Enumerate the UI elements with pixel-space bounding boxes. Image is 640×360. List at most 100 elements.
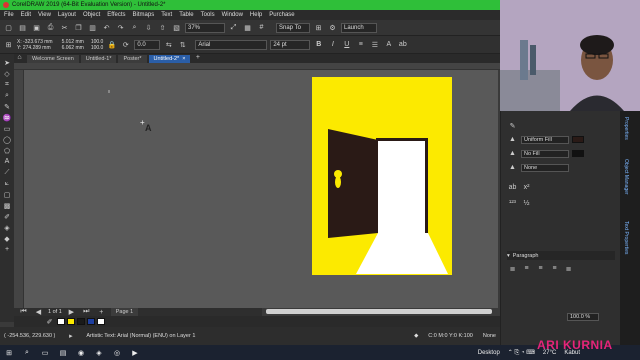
freehand-tool-icon[interactable]: ✎ [2, 102, 13, 111]
docker-tab-object-manager[interactable]: Object Manager [623, 159, 629, 195]
horizontal-scrollbar[interactable] [262, 308, 498, 315]
fill-icon[interactable]: ▲ [507, 134, 518, 145]
connector-tool-icon[interactable]: ⟀ [2, 179, 13, 188]
outline-pen-icon[interactable]: ✎ [507, 120, 518, 131]
save-icon[interactable]: ▣ [31, 22, 42, 33]
align-center-icon[interactable]: ≡ [535, 263, 546, 274]
alignment-guides-icon[interactable]: ⊞ [313, 22, 324, 33]
ordinal-icon[interactable]: ¹²³ [507, 198, 518, 209]
mirror-horizontal-icon[interactable]: ⇆ [163, 39, 174, 50]
preset-icon[interactable]: ⊞ [3, 39, 14, 50]
eyedropper-palette-icon[interactable]: ✐ [44, 316, 55, 327]
close-tab-icon[interactable]: × [182, 56, 185, 62]
fill-color-swatch[interactable] [572, 136, 584, 143]
chrome-icon[interactable]: ◉ [76, 348, 86, 358]
superscript-icon[interactable]: x² [521, 182, 532, 193]
search-icon[interactable]: ⌕ [129, 22, 140, 33]
docker-tab-text-properties[interactable]: Text Properties [623, 221, 629, 254]
rectangle-tool-icon[interactable]: ▭ [2, 124, 13, 133]
scale-width-field[interactable]: 100.0 [91, 39, 104, 45]
menu-window[interactable]: Window [222, 12, 243, 18]
tray-icons[interactable]: ⌃ ⎘ ◔ ⌨ [508, 349, 535, 357]
menu-purchase[interactable]: Purchase [269, 12, 294, 18]
tab-poster[interactable]: Poster* [118, 55, 147, 63]
fraction-icon[interactable]: ½ [521, 198, 532, 209]
x-position-field[interactable]: X: -323.673 mm [17, 39, 53, 45]
tab-welcome-screen[interactable]: Welcome Screen [27, 55, 79, 63]
paragraph-fill-icon[interactable]: ▲ [507, 162, 518, 173]
swatch-blue[interactable] [87, 318, 95, 325]
page-tab[interactable]: Page 1 [110, 308, 139, 316]
horizontal-ruler[interactable] [14, 63, 500, 70]
align-left-icon[interactable]: ≡ [521, 263, 532, 274]
zoom-tool-icon[interactable]: ⌕ [2, 91, 13, 100]
text-tool-icon[interactable]: A [2, 157, 13, 166]
coreldraw-taskbar-icon[interactable]: ◈ [94, 348, 104, 358]
font-list-select[interactable]: Arial [195, 39, 268, 50]
font-size-select[interactable]: 24 pt [270, 39, 311, 50]
transparency-tool-icon[interactable]: ▩ [2, 201, 13, 210]
swatch-black[interactable] [77, 318, 85, 325]
menu-file[interactable]: File [4, 12, 14, 18]
swatch-white-2[interactable] [97, 318, 105, 325]
text-style-icon[interactable]: ab [507, 182, 518, 193]
spacing-percent-field[interactable]: 100.0 % [567, 312, 599, 321]
parallel-dimension-icon[interactable]: ⟋ [2, 168, 13, 177]
y-position-field[interactable]: Y: 274.289 mm [17, 45, 53, 51]
menu-layout[interactable]: Layout [58, 12, 76, 18]
menu-effects[interactable]: Effects [107, 12, 125, 18]
text-align-icon[interactable]: ≡ [355, 39, 366, 50]
ellipse-tool-icon[interactable]: ◯ [2, 135, 13, 144]
media-icon[interactable]: ▶ [130, 348, 140, 358]
scale-height-field[interactable]: 100.0 [91, 45, 104, 51]
search-icon[interactable]: ⌕ [22, 348, 32, 358]
add-tab-icon[interactable]: + [192, 52, 203, 63]
width-field[interactable]: 5.012 mm [62, 39, 84, 45]
text-properties-icon[interactable]: A [383, 39, 394, 50]
task-view-icon[interactable]: ▭ [40, 348, 50, 358]
launch-select[interactable]: Launch [341, 22, 377, 33]
file-explorer-icon[interactable]: ▤ [58, 348, 68, 358]
docker-tab-properties[interactable]: Properties [623, 117, 629, 140]
full-screen-icon[interactable]: ⤢ [228, 22, 239, 33]
export-icon[interactable]: ⇧ [157, 22, 168, 33]
desktop-toolbar[interactable]: Desktop [478, 350, 500, 356]
menu-help[interactable]: Help [250, 12, 262, 18]
bold-button[interactable]: B [313, 39, 324, 50]
fill-type-select[interactable]: Uniform Fill [521, 135, 569, 144]
grid-icon[interactable]: # [256, 22, 267, 33]
tab-untitled-2[interactable]: Untitled-2* × [148, 55, 191, 63]
copy-icon[interactable]: ❐ [73, 22, 84, 33]
options-gear-icon[interactable]: ⚙ [327, 22, 338, 33]
menu-view[interactable]: View [38, 12, 51, 18]
align-none-icon[interactable]: ≣ [507, 263, 518, 274]
align-right-icon[interactable]: ≡ [549, 263, 560, 274]
drop-shadow-icon[interactable]: ▢ [2, 190, 13, 199]
scrollbar-thumb[interactable] [266, 309, 492, 314]
polygon-tool-icon[interactable]: ⬠ [2, 146, 13, 155]
background-fill-select[interactable]: No Fill [521, 149, 569, 158]
undo-icon[interactable]: ↶ [101, 22, 112, 33]
menu-edit[interactable]: Edit [21, 12, 31, 18]
home-icon[interactable]: ⌂ [14, 52, 25, 63]
rulers-icon[interactable]: ▦ [242, 22, 253, 33]
paste-icon[interactable]: ▥ [87, 22, 98, 33]
rotate-icon[interactable]: ⟳ [120, 39, 131, 50]
outline-select[interactable]: None [521, 163, 569, 172]
height-field[interactable]: 6.062 mm [62, 45, 84, 51]
smart-fill-icon[interactable]: ◆ [2, 234, 13, 243]
import-icon[interactable]: ⇩ [143, 22, 154, 33]
swatch-white[interactable] [57, 318, 65, 325]
eyedropper-icon[interactable]: ✐ [2, 212, 13, 221]
drawing-canvas[interactable]: A + [24, 70, 498, 308]
background-color-swatch[interactable] [572, 150, 584, 157]
open-icon[interactable]: ▤ [17, 22, 28, 33]
snap-to-select[interactable]: Snap To [276, 22, 310, 33]
mirror-vertical-icon[interactable]: ⇅ [177, 39, 188, 50]
paragraph-section[interactable]: ▾ Paragraph [507, 251, 615, 260]
rotation-angle-field[interactable]: 0.0 [134, 39, 161, 50]
publish-pdf-icon[interactable]: ▧ [171, 22, 182, 33]
door-opening[interactable] [378, 140, 428, 233]
start-icon[interactable]: ⊞ [4, 348, 14, 358]
vertical-ruler[interactable] [14, 70, 24, 308]
